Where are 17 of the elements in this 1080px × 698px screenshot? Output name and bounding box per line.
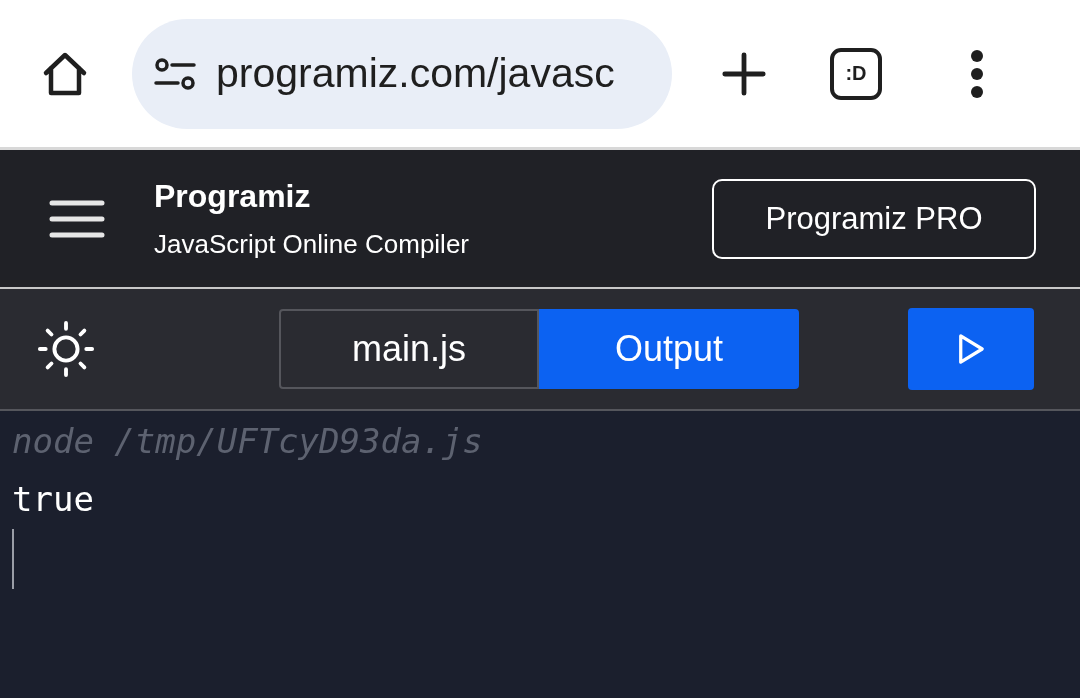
run-button[interactable]: [908, 308, 1034, 390]
page-subtitle: JavaScript Online Compiler: [154, 228, 469, 260]
play-icon: [957, 333, 985, 365]
more-menu-icon[interactable]: [970, 49, 984, 98]
theme-toggle-icon[interactable]: [37, 320, 95, 378]
menu-icon[interactable]: [49, 198, 105, 239]
file-tab[interactable]: Output: [539, 309, 799, 389]
address-bar[interactable]: programiz.com/javasc: [132, 18, 672, 129]
tab-switcher-button[interactable]: :D: [830, 47, 882, 100]
text-cursor: [12, 529, 14, 589]
url-text: programiz.com/javasc: [216, 50, 615, 97]
pro-button[interactable]: Programiz PRO: [712, 178, 1036, 259]
console-output: true: [12, 479, 94, 519]
file-tab[interactable]: main.js: [279, 309, 539, 389]
site-settings-icon[interactable]: [154, 56, 196, 91]
logo[interactable]: Programiz: [154, 177, 311, 215]
console-command: node /tmp/UFTcyD93da.js: [12, 421, 483, 461]
